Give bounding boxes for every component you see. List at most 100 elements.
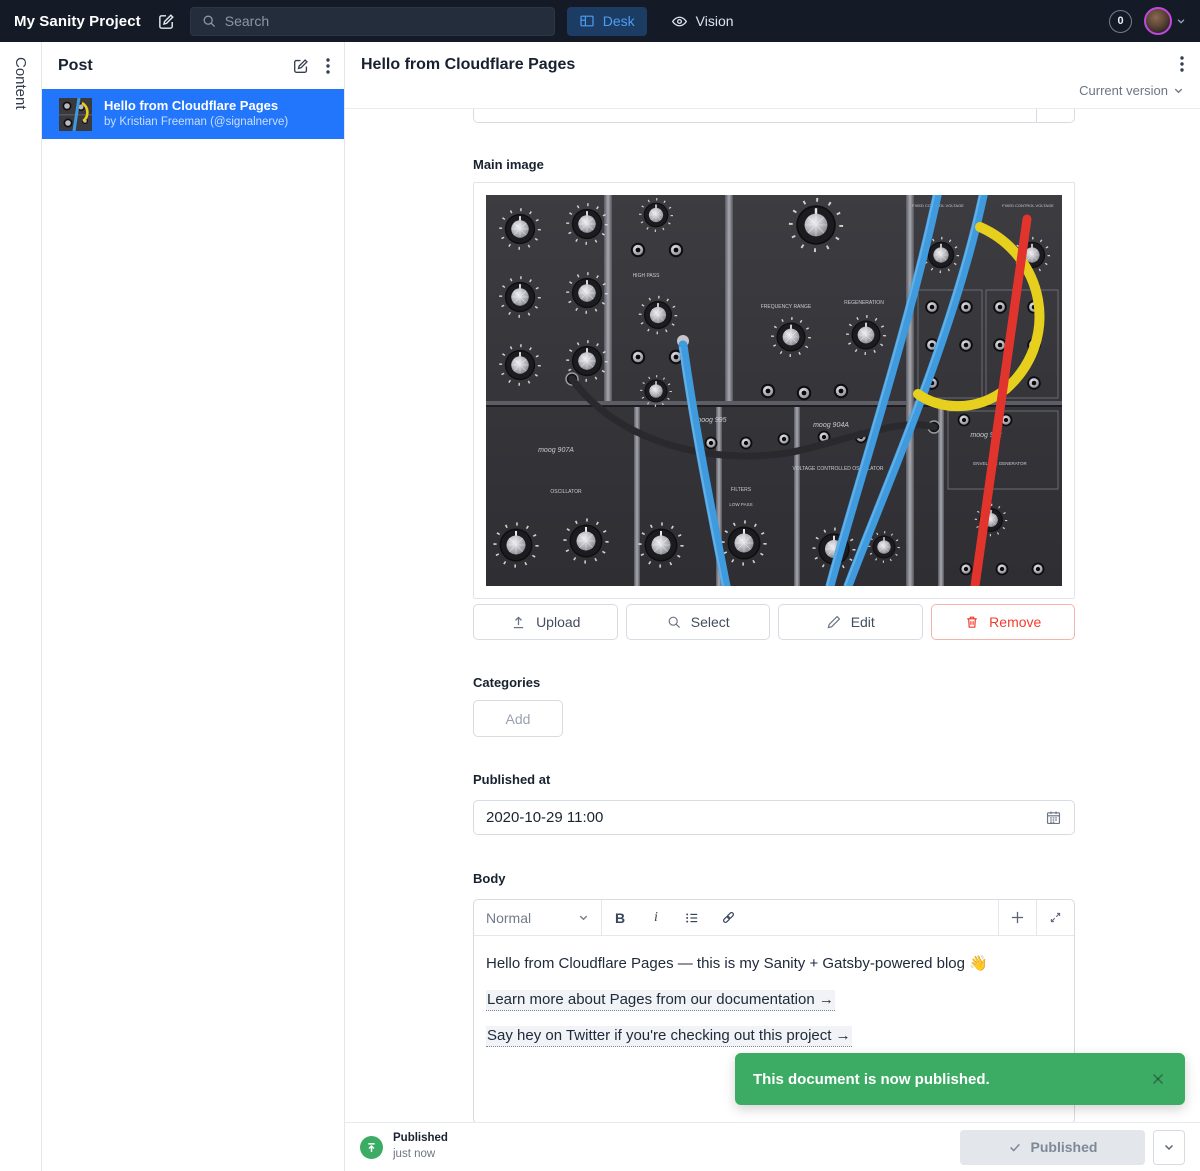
list-item-title: Hello from Cloudflare Pages: [104, 97, 288, 115]
rail-label: Content: [12, 57, 29, 1171]
list-item[interactable]: Hello from Cloudflare Pages by Kristian …: [42, 89, 344, 139]
bold-button[interactable]: B: [602, 900, 638, 935]
edit-button[interactable]: Edit: [778, 604, 923, 640]
upload-label: Upload: [536, 614, 580, 630]
post-list-panel: Post Hello from Cloudflare Pages by Kris…: [42, 42, 345, 1171]
upload-icon: [510, 614, 527, 631]
toast: This document is now published.: [735, 1053, 1185, 1105]
document-footer: Published just now Published: [345, 1122, 1200, 1171]
field-label-body: Body: [473, 871, 1075, 886]
field-label-main-image: Main image: [473, 157, 1075, 172]
panel-title: Post: [58, 57, 276, 75]
search-icon: [666, 614, 682, 630]
add-category-button[interactable]: Add: [473, 700, 563, 737]
project-title[interactable]: My Sanity Project: [14, 13, 141, 30]
main-layout: Content Post Hello from Cloudflare Pages: [0, 42, 1200, 1171]
avatar: [1144, 7, 1172, 35]
svg-text:moog 907A: moog 907A: [538, 447, 574, 454]
document-header: Hello from Cloudflare Pages Current vers…: [345, 42, 1200, 109]
version-selector[interactable]: Current version: [361, 74, 1184, 108]
publish-status-title: Published: [393, 1131, 448, 1147]
tab-vision[interactable]: Vision: [659, 7, 746, 36]
trash-icon: [964, 614, 980, 630]
svg-text:moog 904A: moog 904A: [813, 422, 849, 429]
publish-status-icon: [360, 1136, 383, 1159]
search-icon: [201, 13, 217, 29]
svg-text:LOW PASS: LOW PASS: [729, 502, 752, 507]
select-button[interactable]: Select: [626, 604, 771, 640]
field-label-published-at: Published at: [473, 772, 1075, 787]
publish-status-time: just now: [393, 1147, 448, 1163]
remove-label: Remove: [989, 614, 1041, 630]
svg-text:OSCILLATOR: OSCILLATOR: [550, 489, 582, 495]
compose-icon[interactable]: [157, 12, 176, 31]
expand-icon[interactable]: [1036, 900, 1074, 935]
close-icon[interactable]: [1149, 1070, 1167, 1088]
pencil-icon: [826, 614, 842, 630]
svg-text:HIGH PASS: HIGH PASS: [633, 273, 661, 279]
user-menu[interactable]: [1144, 7, 1186, 35]
text-style-value: Normal: [486, 910, 531, 926]
version-label: Current version: [1079, 83, 1168, 98]
insert-block-icon[interactable]: [998, 900, 1036, 935]
image-actions: Upload Select Edit Remove: [473, 604, 1075, 640]
edit-label: Edit: [851, 614, 875, 630]
main-image-photo: HIGH PASS FREQUENCY RANGE REGENERATION F…: [486, 195, 1062, 586]
field-label-categories: Categories: [473, 675, 1075, 690]
svg-text:FIXED CONTROL VOLTAGE: FIXED CONTROL VOLTAGE: [1002, 203, 1054, 208]
publish-button-label: Published: [1031, 1139, 1098, 1155]
select-label: Select: [691, 614, 730, 630]
upload-button[interactable]: Upload: [473, 604, 618, 640]
svg-text:ENVELOPE GENERATOR: ENVELOPE GENERATOR: [973, 461, 1027, 466]
svg-text:REGENERATION: REGENERATION: [844, 300, 884, 306]
document-menu-icon[interactable]: [1180, 56, 1184, 72]
sanity-studio: My Sanity Project Desk Vision 0 Content: [0, 0, 1200, 1171]
svg-text:moog 995: moog 995: [695, 417, 726, 424]
body-link[interactable]: Learn more about Pages from our document…: [486, 990, 835, 1011]
bullet-list-icon[interactable]: [674, 900, 710, 935]
toast-message: This document is now published.: [753, 1071, 990, 1088]
field-divider: [1036, 109, 1037, 122]
title-field-partial[interactable]: [473, 109, 1075, 123]
search-box[interactable]: [190, 7, 555, 36]
document-form: Main image: [345, 109, 1200, 1122]
new-document-icon[interactable]: [292, 57, 310, 75]
published-at-field: [473, 800, 1075, 835]
svg-text:FREQUENCY RANGE: FREQUENCY RANGE: [761, 304, 812, 310]
body-paragraph: Hello from Cloudflare Pages — this is my…: [486, 953, 1062, 974]
publish-button[interactable]: Published: [960, 1130, 1145, 1165]
post-panel-header: Post: [42, 42, 344, 89]
search-input[interactable]: [225, 13, 544, 29]
link-icon[interactable]: [710, 900, 746, 935]
publish-status[interactable]: Published just now: [393, 1131, 448, 1162]
publish-menu-button[interactable]: [1153, 1130, 1185, 1165]
italic-button[interactable]: i: [638, 900, 674, 935]
svg-text:VOLTAGE CONTROLLED OSCILLATOR: VOLTAGE CONTROLLED OSCILLATOR: [792, 466, 883, 472]
calendar-icon[interactable]: [1045, 809, 1062, 826]
page-title: Hello from Cloudflare Pages: [361, 56, 1180, 74]
main-image-preview[interactable]: HIGH PASS FREQUENCY RANGE REGENERATION F…: [473, 182, 1075, 599]
status-badge[interactable]: 0: [1109, 10, 1132, 33]
body-paragraph: Learn more about Pages from our document…: [486, 989, 1062, 1010]
document-panel: Hello from Cloudflare Pages Current vers…: [345, 42, 1200, 1171]
svg-text:FILTERS: FILTERS: [731, 487, 752, 493]
check-icon: [1008, 1140, 1022, 1154]
tab-desk-label: Desk: [603, 13, 635, 29]
chevron-down-icon: [1173, 85, 1184, 96]
remove-button[interactable]: Remove: [931, 604, 1076, 640]
list-item-subtitle: by Kristian Freeman (@signalnerve): [104, 115, 288, 131]
panel-menu-icon[interactable]: [326, 58, 330, 74]
chevron-down-icon: [578, 912, 589, 923]
chevron-down-icon: [1176, 16, 1186, 26]
text-style-select[interactable]: Normal: [474, 900, 602, 935]
desk-panes-icon: [579, 13, 595, 29]
published-at-input[interactable]: [486, 809, 1035, 826]
content-rail[interactable]: Content: [0, 42, 42, 1171]
tab-desk[interactable]: Desk: [567, 7, 647, 36]
body-link[interactable]: Say hey on Twitter if you're checking ou…: [486, 1026, 852, 1047]
tab-vision-label: Vision: [696, 13, 734, 29]
eye-icon: [671, 13, 688, 30]
document-thumbnail: [59, 98, 92, 131]
list-item-text: Hello from Cloudflare Pages by Kristian …: [104, 97, 288, 130]
editor-toolbar: Normal B i: [474, 900, 1074, 936]
